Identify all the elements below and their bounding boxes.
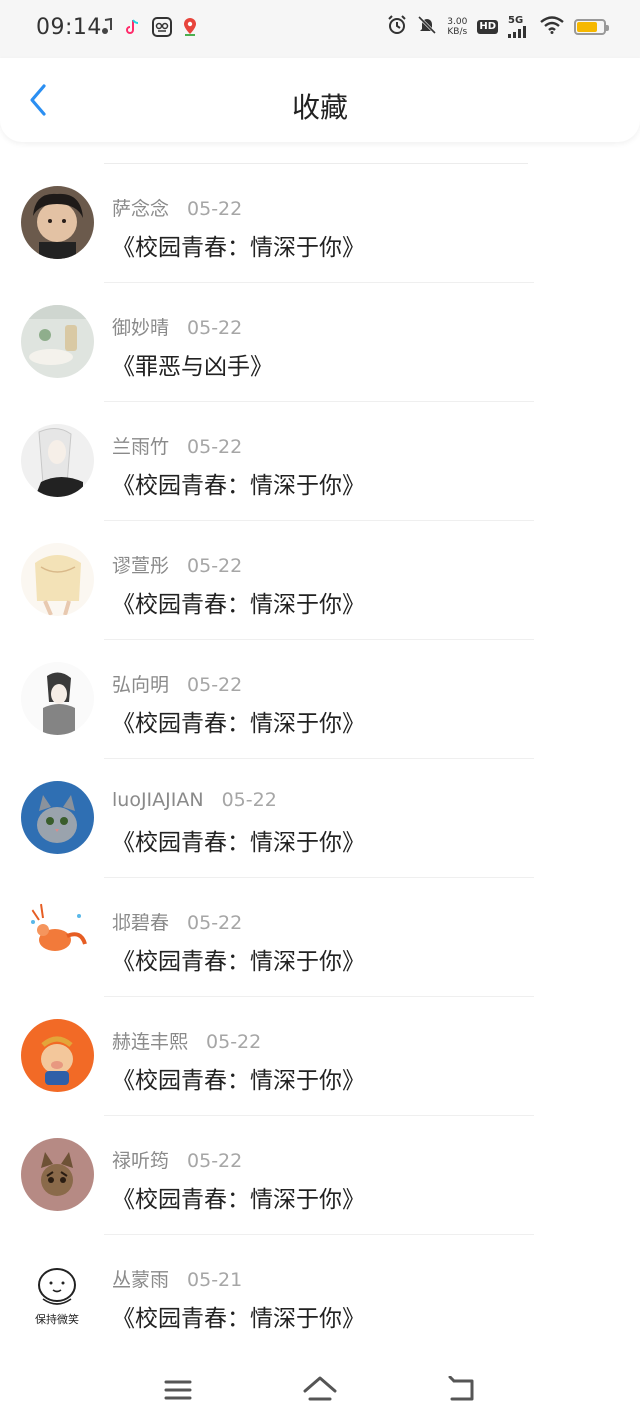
avatar [21, 186, 94, 259]
username: luoJIAJIAN [112, 789, 204, 811]
date: 05-22 [187, 436, 243, 458]
music-note-icon [100, 17, 114, 40]
list-item[interactable]: luoJIAJIAN 05-22 《校园青春：情深于你》 [0, 759, 640, 878]
avatar: 保持微笑 [21, 1257, 94, 1330]
username: 兰雨竹 [112, 436, 170, 458]
page-title: 收藏 [291, 91, 348, 124]
book-title: 《校园青春：情深于你》 [112, 1306, 365, 1332]
wifi-icon [540, 16, 564, 38]
system-nav-bar [0, 1358, 640, 1427]
date: 05-22 [187, 674, 243, 696]
book-title: 《罪恶与凶手》 [112, 354, 273, 380]
list-item[interactable]: 谬萱彤 05-22 《校园青春：情深于你》 [0, 521, 640, 640]
net-speed: 3.00 KB/s [447, 17, 468, 37]
username: 萨念念 [112, 198, 170, 220]
avatar [21, 1019, 94, 1092]
avatar [21, 424, 94, 497]
date: 05-21 [187, 1269, 243, 1291]
list-item[interactable]: 保持微笑 丛蒙雨 05-21 《校园青春：情深于你》 [0, 1235, 640, 1354]
username: 赫连丰熙 [112, 1031, 189, 1053]
book-title: 《校园青春：情深于你》 [112, 711, 365, 737]
avatar [21, 781, 94, 854]
date: 05-22 [187, 198, 243, 220]
list-item[interactable]: 邶碧春 05-22 《校园青春：情深于你》 [0, 878, 640, 997]
back-icon [448, 1376, 474, 1401]
avatar [21, 1138, 94, 1211]
book-title: 《校园青春：情深于你》 [112, 830, 365, 856]
date: 05-22 [221, 789, 277, 811]
book-title: 《校园青春：情深于你》 [112, 235, 365, 261]
list-item[interactable]: 兰雨竹 05-22 《校园青春：情深于你》 [0, 402, 640, 521]
menu-icon [164, 1380, 192, 1400]
home-button[interactable] [300, 1372, 340, 1408]
status-bar: 09:14 3.00 KB/s HD 5G [0, 0, 640, 58]
alarm-icon [387, 15, 407, 39]
date: 05-22 [187, 555, 243, 577]
list-item[interactable]: 禄听筠 05-22 《校园青春：情深于你》 [0, 1116, 640, 1235]
menu-button[interactable] [158, 1372, 198, 1408]
battery-icon [574, 19, 609, 35]
avatar [21, 900, 94, 973]
date: 05-22 [187, 317, 243, 339]
avatar [21, 662, 94, 735]
avatar [21, 543, 94, 616]
app-header: 收藏 [0, 58, 640, 142]
book-title: 《校园青春：情深于你》 [112, 473, 365, 499]
list-item[interactable]: 赫连丰熙 05-22 《校园青春：情深于你》 [0, 997, 640, 1116]
book-title: 《校园青春：情深于你》 [112, 1187, 365, 1213]
username: 禄听筠 [112, 1150, 170, 1172]
list-item[interactable]: 弘向明 05-22 《校园青春：情深于你》 [0, 640, 640, 759]
list-item[interactable]: 御妙晴 05-22 《罪恶与凶手》 [0, 283, 640, 402]
map-pin-icon [182, 17, 198, 41]
username: 丛蒙雨 [112, 1269, 170, 1291]
status-time: 09:14 [36, 15, 102, 40]
avatar [21, 305, 94, 378]
date: 05-22 [187, 912, 243, 934]
nav-back-button[interactable] [442, 1372, 482, 1408]
book-title: 《校园青春：情深于你》 [112, 592, 365, 618]
username: 御妙晴 [112, 317, 170, 339]
mute-icon [417, 15, 437, 39]
hd-badge: HD [477, 20, 498, 34]
list-item[interactable]: 萨念念 05-22 《校园青春：情深于你》 [0, 164, 640, 283]
username: 谬萱彤 [112, 555, 170, 577]
username: 弘向明 [112, 674, 170, 696]
book-title: 《校园青春：情深于你》 [112, 1068, 365, 1094]
home-icon [303, 1376, 337, 1401]
signal-icon: 5G [508, 16, 530, 38]
date: 05-22 [206, 1031, 262, 1053]
book-title: 《校园青春：情深于你》 [112, 949, 365, 975]
username: 邶碧春 [112, 912, 170, 934]
date: 05-22 [187, 1150, 243, 1172]
tiktok-icon [124, 18, 142, 40]
avatar-caption: 保持微笑 [35, 1312, 79, 1326]
app-icon [152, 17, 172, 41]
battery-fill [577, 22, 597, 32]
